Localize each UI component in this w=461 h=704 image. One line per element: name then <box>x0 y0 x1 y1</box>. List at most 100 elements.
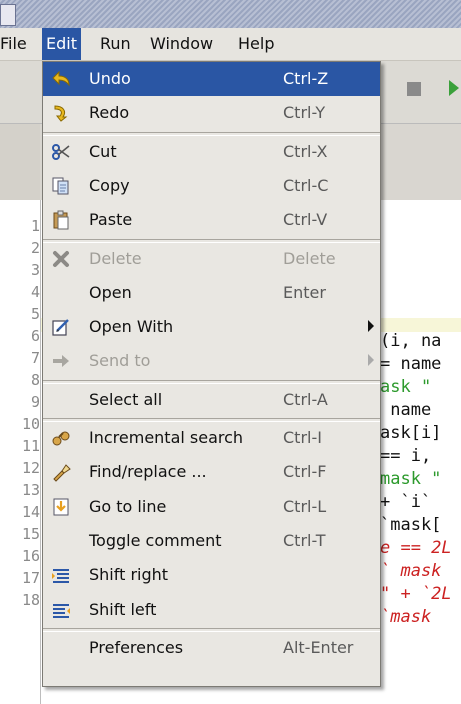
menu-item-label: Go to line <box>89 496 167 516</box>
menu-item-label: Send to <box>89 351 151 371</box>
line-number: 18 <box>21 591 40 609</box>
menu-item-shortcut: Ctrl-T <box>283 530 326 550</box>
line-number: 4 <box>30 283 40 301</box>
shift-left-icon <box>51 600 71 620</box>
menu-item-send-to: Send to <box>43 344 380 378</box>
delete-x-icon <box>51 249 71 269</box>
window-icon[interactable] <box>0 4 16 26</box>
menu-item-toggle-comment[interactable]: Toggle comment Ctrl-T <box>43 524 380 558</box>
menu-bar: File Edit Run Window Help <box>0 28 461 61</box>
goto-line-icon <box>51 497 71 517</box>
code-line: ask[i] <box>380 423 442 443</box>
menu-file[interactable]: File <box>0 34 27 53</box>
code-line: ` mask <box>380 561 442 581</box>
line-number: 6 <box>30 327 40 345</box>
menu-help[interactable]: Help <box>238 34 274 53</box>
line-number: 2 <box>30 239 40 257</box>
run-icon[interactable] <box>449 80 459 96</box>
menu-item-find-replace[interactable]: Find/replace ... Ctrl-F <box>43 455 380 489</box>
menu-run[interactable]: Run <box>100 34 131 53</box>
copy-icon <box>51 176 71 196</box>
menu-item-label: Open With <box>89 317 174 337</box>
menu-item-shortcut: Delete <box>283 248 336 268</box>
menu-item-redo[interactable]: Redo Ctrl-Y <box>43 96 380 130</box>
code-line: == i, <box>380 446 432 466</box>
menu-item-shortcut: Ctrl-X <box>283 141 328 161</box>
menu-item-shortcut: Enter <box>283 282 326 302</box>
menu-item-shortcut: Ctrl-V <box>283 210 328 230</box>
submenu-arrow-icon <box>368 354 374 367</box>
scissors-icon <box>51 142 71 162</box>
menu-item-label: Toggle comment <box>89 530 222 550</box>
line-number: 1 <box>30 217 40 235</box>
menu-item-label: Preferences <box>89 637 184 657</box>
menu-window[interactable]: Window <box>150 34 213 53</box>
menu-item-open[interactable]: Open Enter <box>43 276 380 310</box>
redo-icon <box>51 103 71 123</box>
shift-right-icon <box>51 565 71 585</box>
code-line: `mask <box>380 607 432 627</box>
line-number: 3 <box>30 261 40 279</box>
stop-icon[interactable] <box>407 82 421 96</box>
menu-edit[interactable]: Edit <box>42 28 81 60</box>
menu-item-label: Redo <box>89 103 130 123</box>
menu-item-label: Paste <box>89 210 133 230</box>
menu-item-label: Shift left <box>89 599 157 619</box>
code-line: = name <box>380 354 442 374</box>
menu-item-select-all[interactable]: Select all Ctrl-A <box>43 383 380 417</box>
code-line: + `i` <box>380 492 432 512</box>
undo-icon <box>51 69 71 89</box>
menu-item-shortcut: Alt-Enter <box>283 637 354 657</box>
code-line: e == 2L <box>380 538 452 558</box>
code-line: " + `2L <box>380 584 452 604</box>
code-line: `mask[ <box>380 515 442 535</box>
menu-item-label: Delete <box>89 248 142 268</box>
menu-item-shortcut: Ctrl-Y <box>283 103 326 123</box>
menu-item-shortcut: Ctrl-C <box>283 175 329 195</box>
menu-item-shortcut: Ctrl-F <box>283 462 327 482</box>
code-line: mask " <box>380 469 442 489</box>
flashlight-icon <box>51 462 71 483</box>
menu-item-delete: Delete Delete <box>43 242 380 276</box>
menu-item-label: Shift right <box>89 565 169 585</box>
line-number: 7 <box>30 349 40 367</box>
edit-menu-dropdown: Undo Ctrl-Z Redo Ctrl-Y Cut Ctrl-X Copy Ctrl-C P… <box>42 61 381 687</box>
menu-item-label: Find/replace ... <box>89 462 207 482</box>
submenu-arrow-icon <box>368 320 374 333</box>
menu-item-label: Incremental search <box>89 428 244 447</box>
menu-item-label: Cut <box>89 141 117 161</box>
window-title-bar <box>0 0 461 29</box>
line-number: 14 <box>21 503 40 521</box>
menu-item-shift-right[interactable]: Shift right <box>43 558 380 592</box>
line-number: 11 <box>21 437 40 455</box>
menu-item-shortcut: Ctrl-A <box>283 389 328 409</box>
line-number: 17 <box>21 569 40 587</box>
menu-item-shortcut: Ctrl-Z <box>283 69 329 88</box>
menu-item-paste[interactable]: Paste Ctrl-V <box>43 203 380 237</box>
menu-item-copy[interactable]: Copy Ctrl-C <box>43 169 380 203</box>
menu-item-shortcut: Ctrl-I <box>283 428 322 447</box>
send-arrow-icon <box>51 351 71 371</box>
line-number: 16 <box>21 547 40 565</box>
binoculars-icon <box>51 428 71 448</box>
menu-item-open-with[interactable]: Open With <box>43 310 380 344</box>
line-number: 8 <box>30 371 40 389</box>
menu-item-preferences[interactable]: Preferences Alt-Enter <box>43 631 380 665</box>
line-number: 12 <box>21 459 40 477</box>
line-number: 5 <box>30 305 40 323</box>
menu-item-cut[interactable]: Cut Ctrl-X <box>43 135 380 169</box>
menu-item-shift-left[interactable]: Shift left <box>43 593 380 627</box>
menu-item-go-to-line[interactable]: Go to line Ctrl-L <box>43 490 380 524</box>
menu-item-label: Undo <box>89 69 131 88</box>
line-number: 15 <box>21 525 40 543</box>
menu-item-label: Copy <box>89 175 130 195</box>
line-numbers: 1 2 3 4 5 6 7 8 9 10 11 12 13 14 15 16 17 18 <box>10 215 40 611</box>
line-number: 9 <box>30 393 40 411</box>
menu-item-label: Open <box>89 282 132 302</box>
menu-item-label: Select all <box>89 389 163 409</box>
gutter-divider <box>40 200 41 704</box>
menu-item-incremental-search[interactable]: Incremental search Ctrl-I <box>43 421 380 455</box>
line-number: 13 <box>21 481 40 499</box>
code-line: ask " <box>380 377 432 397</box>
menu-item-undo[interactable]: Undo Ctrl-Z <box>43 62 380 96</box>
